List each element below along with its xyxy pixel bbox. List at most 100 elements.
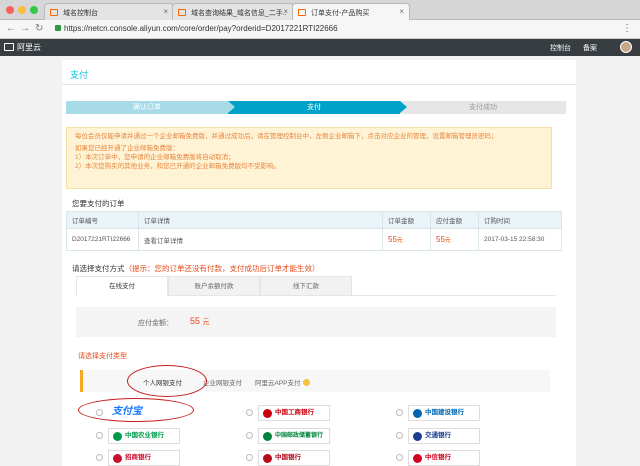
tab-label: 域名控制台 xyxy=(63,10,98,17)
pay-method-label: 请选择支付方式 xyxy=(72,264,125,273)
radio-button[interactable] xyxy=(246,454,253,461)
icbc-icon xyxy=(263,409,272,418)
address-bar: ← → ↻ https://netcn.console.aliyun.com/c… xyxy=(0,20,640,39)
ccb-icon xyxy=(413,409,422,418)
order-payable: 55元 xyxy=(430,228,479,251)
notice-line: 如果您已经开通了企业邮箱免费版： xyxy=(75,145,179,152)
forward-icon[interactable]: → xyxy=(20,23,30,34)
bank-name: 中国银行 xyxy=(275,454,301,461)
col-order-amount: 订单金额 xyxy=(382,211,431,229)
payable-amount-box: 应付金额： 55 元 xyxy=(76,307,556,337)
order-id: D2017221RTI22666 xyxy=(66,228,139,251)
bank-name: 中国建设银行 xyxy=(425,409,464,416)
pay-method-tip: （提示：您的订单还没有付款，支付成功后订单才能生效） xyxy=(124,264,320,273)
payable-unit: 元 xyxy=(444,238,451,244)
browser-tab-order-pay[interactable]: 订单支付-产品购买 × xyxy=(292,3,410,20)
browser-tab-bar: 域名控制台 × 域名查询结果_域名信息_二手.. × 订单支付-产品购买 × xyxy=(0,0,640,20)
step-confirm-order: 确认订单 xyxy=(66,101,228,114)
order-detail-link[interactable]: 查看订单详情 xyxy=(138,228,383,251)
bank-name: 中国农业银行 xyxy=(125,432,164,439)
payable-label: 应付金额： xyxy=(138,320,173,327)
reload-icon[interactable]: ↻ xyxy=(35,23,43,34)
order-steps: 确认订单 支付 支付成功 xyxy=(66,101,566,114)
order-time: 2017-03-15 22:58:30 xyxy=(478,228,562,251)
amount-unit: 元 xyxy=(396,238,403,244)
amount-number: 55 xyxy=(388,235,397,244)
psbc-icon xyxy=(263,432,272,441)
radio-button[interactable] xyxy=(96,454,103,461)
bank-name: 中国工商银行 xyxy=(275,409,314,416)
step-arrow-icon xyxy=(228,101,235,113)
tab-balance-pay[interactable]: 账户余额付款 xyxy=(168,276,260,296)
payable-number: 55 xyxy=(436,235,445,244)
close-tab-icon[interactable]: × xyxy=(399,7,404,16)
col-order-detail: 订单详情 xyxy=(138,211,383,229)
bank-name: 招商银行 xyxy=(125,454,151,461)
close-window-icon[interactable] xyxy=(6,6,14,14)
aliyun-logo[interactable]: 阿里云 xyxy=(4,42,41,53)
aliyun-logo-icon xyxy=(4,43,14,51)
step-pay: 支付 xyxy=(228,101,400,114)
browser-menu-icon[interactable]: ⋮ xyxy=(622,23,632,34)
payable-value-unit: 元 xyxy=(202,319,210,326)
back-icon[interactable]: ← xyxy=(6,23,16,34)
browser-tab-domain-console[interactable]: 域名控制台 × xyxy=(44,3,174,20)
close-tab-icon[interactable]: × xyxy=(283,7,288,16)
step-success: 支付成功 xyxy=(400,101,566,114)
payable-value-number: 55 xyxy=(190,316,201,326)
radio-button[interactable] xyxy=(96,432,103,439)
radio-button[interactable] xyxy=(396,454,403,461)
minimize-window-icon[interactable] xyxy=(18,6,26,14)
table-header-row: 订单编号 订单详情 订单金额 应付金额 订购时间 xyxy=(66,211,562,229)
icbc-logo: 中国工商银行 xyxy=(258,405,330,421)
table-row: D2017221RTI22666 查看订单详情 55元 55元 2017-03-… xyxy=(66,228,562,251)
avatar[interactable] xyxy=(620,41,632,53)
citic-icon xyxy=(413,454,422,463)
tab-label: 订单支付-产品购买 xyxy=(311,10,370,17)
step-arrow-icon xyxy=(400,101,407,113)
citic-logo: 中信银行 xyxy=(408,450,480,466)
beian-link[interactable]: 备案 xyxy=(583,43,597,53)
cmb-logo: 招商银行 xyxy=(108,450,180,466)
tab-app-pay-label: 阿里云APP支付 xyxy=(255,380,301,387)
url-field[interactable]: https://netcn.console.aliyun.com/core/or… xyxy=(64,24,338,33)
tab-label: 域名查询结果_域名信息_二手.. xyxy=(191,10,287,17)
orders-table: 订单编号 订单详情 订单金额 应付金额 订购时间 D2017221RTI2266… xyxy=(66,211,562,251)
boc-icon xyxy=(263,454,272,463)
highlight-circle xyxy=(127,365,207,397)
order-amount: 55元 xyxy=(382,228,431,251)
aliyun-favicon-icon xyxy=(298,9,306,16)
abc-logo: 中国农业银行 xyxy=(108,428,180,444)
pay-method-tabs: 在线支付 账户余额付款 线下汇款 xyxy=(76,276,556,296)
console-link[interactable]: 控制台 xyxy=(550,43,571,53)
abc-icon xyxy=(113,432,122,441)
pay-type-title: 请选择支付类型 xyxy=(78,353,127,360)
tab-enterprise-bank[interactable]: 企业网银支付 xyxy=(203,377,242,387)
bank-name: 交通银行 xyxy=(425,432,451,439)
aliyun-top-bar: 阿里云 控制台 备案 xyxy=(0,39,640,56)
radio-button[interactable] xyxy=(246,409,253,416)
tab-app-pay[interactable]: 阿里云APP支付 xyxy=(255,377,310,387)
col-order-time: 订购时间 xyxy=(478,211,562,229)
radio-button[interactable] xyxy=(396,409,403,416)
orders-title: 您要支付的订单 xyxy=(72,199,125,208)
radio-button[interactable] xyxy=(396,432,403,439)
notice-line: 每位会员仅能申请并通过一个企业邮箱免费版，并通过成功后，请在管理控制台中，左侧企… xyxy=(75,133,498,140)
highlight-circle xyxy=(78,398,194,422)
page-title: 支付 xyxy=(70,70,89,80)
browser-tab-domain-search[interactable]: 域名查询结果_域名信息_二手.. × xyxy=(172,3,294,20)
payable-value: 55 元 xyxy=(190,316,210,327)
divider xyxy=(62,84,576,85)
bank-name: 中信银行 xyxy=(425,454,451,461)
boc-logo: 中国银行 xyxy=(258,450,330,466)
radio-button[interactable] xyxy=(246,432,253,439)
col-payable: 应付金额 xyxy=(430,211,479,229)
bank-name: 中国邮政储蓄银行 xyxy=(275,433,324,439)
close-tab-icon[interactable]: × xyxy=(163,7,168,16)
secure-lock-icon xyxy=(55,25,61,31)
tab-offline-transfer[interactable]: 线下汇款 xyxy=(260,276,352,296)
tab-online-pay[interactable]: 在线支付 xyxy=(76,276,168,296)
maximize-window-icon[interactable] xyxy=(30,6,38,14)
ccb-logo: 中国建设银行 xyxy=(408,405,480,421)
aliyun-favicon-icon xyxy=(178,9,186,16)
